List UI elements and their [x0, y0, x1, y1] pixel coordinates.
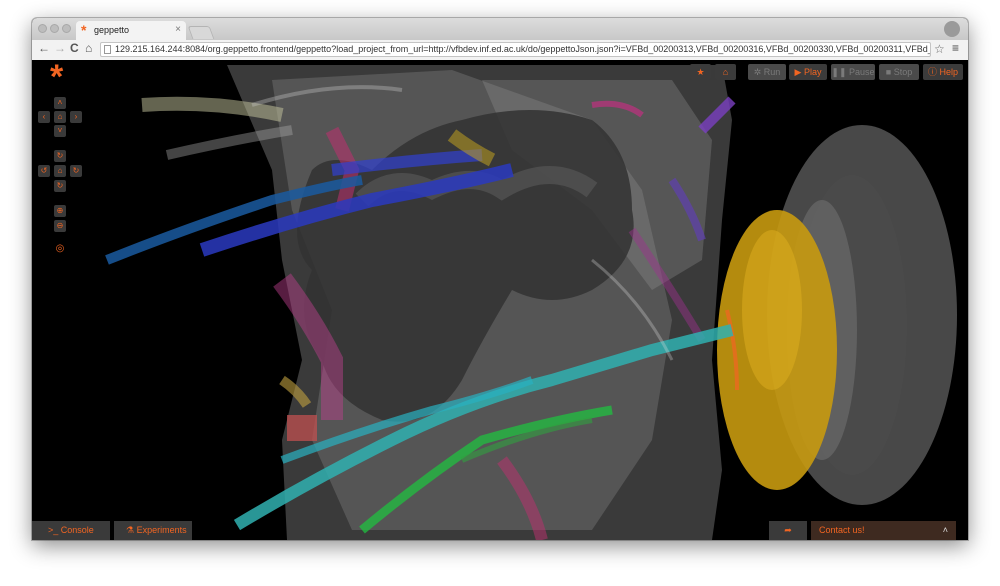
pause-icon: ❚❚ [831, 67, 847, 77]
pan-right-button[interactable]: › [70, 111, 82, 123]
tab-close-icon[interactable]: × [175, 24, 181, 35]
browser-tab-bar: * geppetto × [32, 18, 968, 40]
github-icon[interactable]: ◎ [54, 243, 66, 255]
red-neuropil-mesh [287, 415, 317, 441]
experiments-tab[interactable]: ⚗ Experiments [114, 521, 192, 540]
pan-left-button[interactable]: ‹ [38, 111, 50, 123]
zoom-in-button[interactable]: ⊕ [54, 205, 66, 217]
contact-us-label: Contact us! [819, 525, 865, 535]
pause-label: Pause [849, 67, 875, 77]
home-button[interactable]: ⌂ [85, 41, 92, 55]
play-button[interactable]: ▶ Play [789, 64, 827, 80]
brain-3d-render[interactable] [32, 60, 968, 540]
rotate-up-button[interactable]: ↻ [54, 150, 66, 162]
window-minimize-button[interactable] [50, 24, 59, 33]
window-zoom-button[interactable] [62, 24, 71, 33]
browser-tab[interactable]: * geppetto × [76, 21, 186, 40]
experiments-icon: ⚗ [126, 525, 135, 535]
stop-icon: ■ [885, 67, 892, 77]
page-icon [104, 45, 111, 54]
address-bar[interactable]: 129.215.164.244:8084/org.geppetto.fronte… [100, 42, 931, 57]
play-icon: ▶ [794, 67, 802, 77]
share-button[interactable]: ➦ [769, 521, 807, 540]
3d-canvas[interactable]: * ˄ ‹ ⌂ › ˅ ↻ ↺ ⌂ ↻ ↻ ⊕ ⊖ ◎ ★ ⌂ ✲ Run ▶ … [32, 60, 968, 540]
new-tab-button[interactable] [187, 26, 215, 39]
pan-home-button[interactable]: ⌂ [54, 111, 66, 123]
console-label: Console [60, 525, 94, 535]
play-label: Play [803, 67, 822, 77]
url-text: 129.215.164.244:8084/org.geppetto.fronte… [115, 44, 931, 54]
run-icon: ✲ [753, 67, 762, 77]
chevron-up-icon[interactable]: ˄ [943, 521, 948, 540]
run-label: Run [763, 67, 781, 77]
console-tab[interactable]: >_ Console [32, 521, 110, 540]
help-label: Help [939, 67, 959, 77]
contact-us-bar[interactable]: Contact us! ˄ [811, 521, 956, 540]
browser-menu-icon[interactable]: ≡ [952, 41, 959, 55]
tab-title: geppetto [94, 25, 130, 35]
pan-down-button[interactable]: ˅ [54, 125, 66, 137]
share-icon: ➦ [784, 525, 792, 535]
back-button[interactable]: ← [38, 41, 50, 55]
window-close-button[interactable] [38, 24, 47, 33]
run-button[interactable]: ✲ Run [748, 64, 786, 80]
zoom-out-button[interactable]: ⊖ [54, 220, 66, 232]
geppetto-favicon-icon: * [81, 22, 87, 38]
help-button[interactable]: ⓘ Help [923, 64, 963, 80]
yellow-neuropil-highlight [742, 230, 802, 390]
stop-button[interactable]: ■ Stop [879, 64, 919, 80]
browser-toolbar: ← → C ⌂ 129.215.164.244:8084/org.geppett… [32, 40, 968, 61]
help-icon: ⓘ [927, 67, 937, 77]
pan-up-button[interactable]: ˄ [54, 97, 66, 109]
bookmark-star-icon[interactable]: ☆ [934, 42, 945, 56]
rotate-down-button[interactable]: ↻ [54, 180, 66, 192]
geppetto-logo: * [50, 60, 64, 96]
rotate-home-button[interactable]: ⌂ [54, 165, 66, 177]
rotate-left-button[interactable]: ↺ [38, 165, 50, 177]
forward-button[interactable]: → [54, 41, 66, 55]
pause-button[interactable]: ❚❚ Pause [831, 64, 875, 80]
rotate-right-button[interactable]: ↻ [70, 165, 82, 177]
profile-avatar-icon[interactable] [944, 21, 960, 37]
stop-label: Stop [893, 67, 913, 77]
reload-button[interactable]: C [70, 41, 79, 55]
home-view-button[interactable]: ⌂ [715, 64, 736, 80]
console-icon: >_ [48, 525, 59, 535]
favorite-star-button[interactable]: ★ [690, 64, 711, 80]
pale-tract-1 [141, 96, 284, 122]
browser-window: * geppetto × ← → C ⌂ 129.215.164.244:808… [32, 18, 968, 540]
experiments-label: Experiments [136, 525, 187, 535]
